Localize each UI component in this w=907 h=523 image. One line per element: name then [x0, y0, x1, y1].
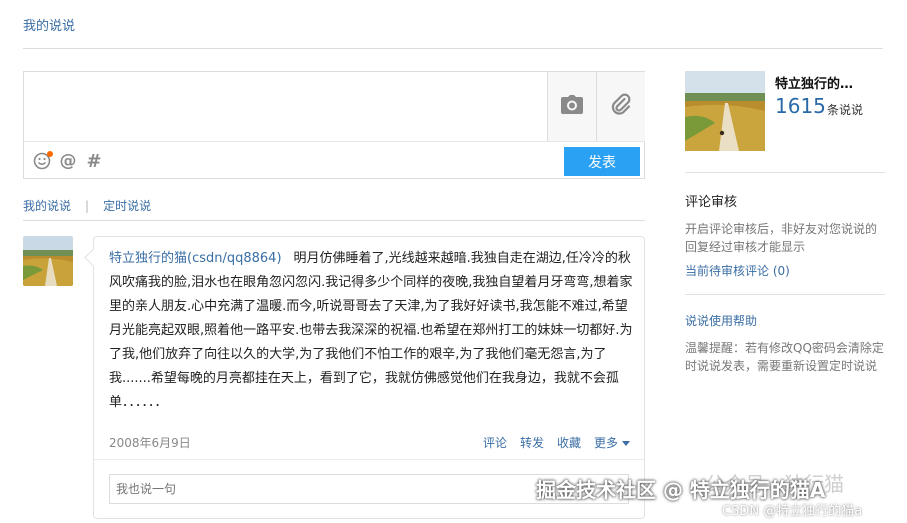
avatar-image [23, 236, 73, 286]
camera-icon [560, 94, 584, 119]
watermark: 掘金技术社区 @ 特立独行的猫A [536, 478, 826, 502]
post-count[interactable]: 1615 [775, 94, 826, 118]
help-link[interactable]: 说说使用帮助 [685, 312, 757, 329]
feed-card-divider [94, 459, 644, 460]
at-icon[interactable]: @ [58, 151, 78, 171]
feed-tabs: 我的说说 | 定时说说 [23, 197, 151, 214]
emoji-icon[interactable] [32, 151, 53, 171]
feed-avatar[interactable] [23, 236, 73, 286]
tab-separator: | [85, 198, 90, 213]
page-title: 我的说说 [23, 19, 76, 34]
profile-avatar[interactable] [685, 71, 765, 151]
feed-date: 2008年6月9日 [109, 436, 191, 450]
post-button[interactable]: 发表 [564, 147, 640, 176]
feed-author[interactable]: 特立独行的猫(csdn/qq8864) [109, 251, 282, 266]
review-heading: 评论审核 [685, 195, 738, 210]
more-button[interactable]: 更多 [594, 434, 630, 451]
tab-my-posts[interactable]: 我的说说 [23, 197, 71, 214]
top-divider [23, 48, 883, 49]
feed-text: 特立独行的猫(csdn/qq8864) 明月仿佛睡着了,光线越来越暗.我独自走在湖… [109, 247, 634, 415]
tabs-divider [23, 220, 645, 221]
tab-scheduled-posts[interactable]: 定时说说 [103, 197, 151, 214]
post-input[interactable] [24, 72, 547, 141]
profile-name[interactable]: 特立独行的… [775, 73, 875, 92]
post-composer: @ # 发表 [23, 71, 645, 179]
notification-dot [47, 151, 53, 157]
attach-button[interactable] [596, 72, 645, 141]
post-count-unit: 条说说 [827, 103, 864, 117]
comment-button[interactable]: 评论 [483, 434, 507, 451]
watermark-sub: CSDN @特立独行的猫a [722, 504, 863, 519]
composer-toolbar: @ # 发表 [24, 141, 644, 178]
profile-image [685, 71, 765, 151]
favorite-button[interactable]: 收藏 [557, 434, 581, 451]
pending-review-link[interactable]: 当前待审核评论 (0) [685, 262, 790, 279]
sidebar-divider [685, 294, 885, 295]
sidebar-divider [685, 172, 885, 173]
review-description: 开启评论审核后，非好友对您说说的回复经过审核才能显示 [685, 222, 878, 254]
attach-icon [609, 93, 633, 121]
feed-content: 明月仿佛睡着了,光线越来越暗.我独自走在湖边,任冷冷的秋风吹痛我的脸,泪水也在眼… [109, 251, 633, 410]
more-label: 更多 [593, 436, 618, 450]
tip-text: 温馨提醒：若有修改QQ密码会清除定时说说发表，需要重新设置定时说说 [685, 341, 884, 373]
hash-icon[interactable]: # [84, 151, 104, 172]
repost-button[interactable]: 转发 [520, 434, 544, 451]
chevron-down-icon [622, 441, 630, 446]
feed-actions: 评论 转发 收藏 更多 [483, 434, 630, 451]
camera-button[interactable] [547, 72, 596, 141]
